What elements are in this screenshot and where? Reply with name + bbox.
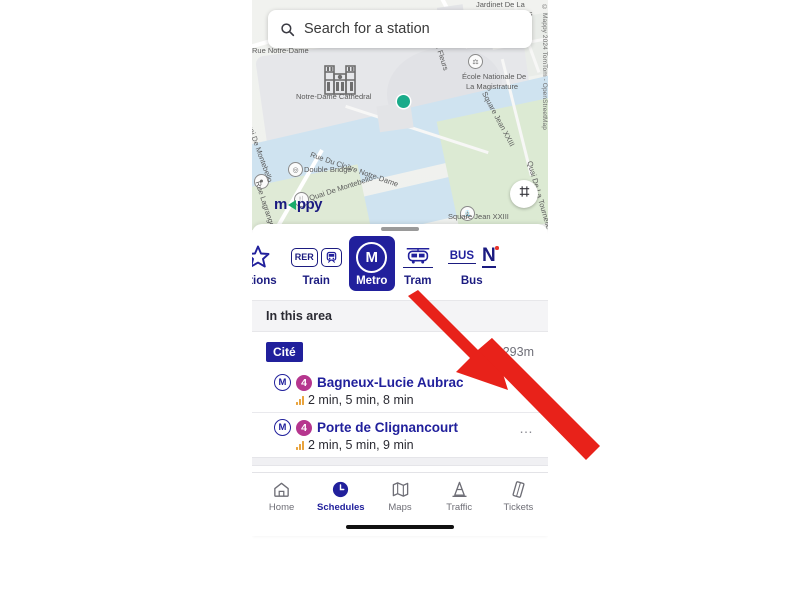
noctilien-n-badge: N: [482, 246, 499, 265]
nav-item-schedules[interactable]: Schedules: [311, 479, 370, 513]
mode-tab-train[interactable]: RER Train: [284, 236, 349, 291]
departure-destination: Porte de Clignancourt: [317, 420, 459, 435]
star-icon: [252, 242, 271, 272]
metro-m-glyph: M: [356, 241, 388, 273]
map-label: Notre-Dame Cathedral: [296, 92, 372, 101]
map-attribution: © Mappy 2024 TomTom - OpenStreetMap: [541, 4, 548, 130]
map-layers-button[interactable]: [510, 180, 538, 208]
building-poi-icon: ⚖: [468, 54, 483, 69]
noctilien-underline: [482, 266, 496, 268]
mappy-logo-left: m: [274, 196, 287, 213]
home-indicator: [346, 525, 454, 529]
departure-row[interactable]: M 4 Porte de Clignancourt … 2 min, 5 min…: [252, 413, 548, 457]
nav-item-traffic-label: Traffic: [446, 502, 473, 513]
live-indicator-icon: [296, 395, 304, 405]
bus-underline: [447, 262, 476, 265]
departure-times: 2 min, 5 min, 9 min: [274, 438, 534, 452]
map-layers-icon: [517, 184, 532, 204]
map-building: [376, 101, 414, 133]
in-this-area-label: In this area: [266, 309, 332, 323]
train-glyph-badge: [320, 247, 342, 267]
mode-tab-metro[interactable]: M Metro: [348, 236, 395, 291]
departure-times-value: 2 min, 5 min, 8 min: [308, 393, 414, 407]
live-indicator-icon: [296, 440, 304, 450]
sheet-drag-handle[interactable]: [381, 227, 419, 231]
traffic-cone-icon: [450, 479, 469, 499]
departure-heading: M 4 Bagneux-Lucie Aubrac: [274, 374, 534, 391]
bridge-poi-icon: ◎: [288, 162, 303, 177]
metro-mode-icon: M: [274, 374, 291, 391]
station-header[interactable]: Cité 293m: [252, 332, 548, 368]
mode-tab-tram-label: Tram: [403, 275, 432, 287]
mappy-logo: m ppy: [274, 196, 323, 213]
noctilien-dot-icon: [495, 246, 499, 250]
nav-item-maps[interactable]: Maps: [370, 479, 429, 513]
map-icon: [391, 479, 410, 499]
screenshot-root: ◎ ⚖ 🍴 ⛲ ● Notre-Dame Cathedral École Nat…: [0, 0, 800, 600]
mode-tab-train-label: Train: [302, 275, 330, 287]
map-label: Jardinet De La: [476, 0, 525, 9]
departure-heading: M 4 Porte de Clignancourt …: [274, 419, 534, 436]
mode-tab-stations-label: tations: [252, 275, 277, 287]
rer-badge: RER: [290, 247, 318, 267]
search-icon: [280, 22, 295, 37]
station-group-separator: [252, 457, 548, 466]
mode-tab-bus-label: Bus: [460, 275, 483, 287]
departure-overflow-menu-button[interactable]: …: [519, 421, 534, 435]
phone-viewport: ◎ ⚖ 🍴 ⛲ ● Notre-Dame Cathedral École Nat…: [252, 0, 548, 600]
search-bar[interactable]: Search for a station: [268, 10, 532, 48]
bottom-sheet: tations RER: [252, 224, 548, 536]
nav-item-home-label: Home: [268, 502, 295, 513]
tram-underline: [402, 266, 433, 269]
nav-item-tickets-label: Tickets: [503, 502, 534, 513]
mode-tab-tram[interactable]: Tram: [395, 236, 441, 291]
walking-icon: [488, 343, 499, 361]
mappy-arrow-icon: [287, 199, 296, 210]
station-name-badge: Cité: [266, 342, 303, 362]
current-location-dot: [397, 95, 410, 108]
ticket-icon: [509, 479, 528, 499]
departure-row[interactable]: M 4 Bagneux-Lucie Aubrac 2 min, 5 min, 8…: [252, 368, 548, 413]
map-label: École Nationale De: [462, 72, 527, 81]
nav-item-schedules-label: Schedules: [317, 502, 365, 513]
nav-item-tickets[interactable]: Tickets: [489, 479, 548, 513]
tram-icon: [402, 242, 433, 272]
station-distance: 293m: [488, 343, 534, 361]
search-input[interactable]: Search for a station: [304, 21, 430, 37]
departure-times-value: 2 min, 5 min, 9 min: [308, 438, 414, 452]
map-label: La Magistrature: [466, 82, 519, 91]
clock-icon: [331, 479, 350, 499]
station-distance-value: 293m: [502, 345, 534, 359]
nav-item-home[interactable]: Home: [252, 479, 311, 513]
transit-mode-tabs: tations RER: [252, 236, 548, 298]
train-icon: RER: [290, 242, 342, 272]
mappy-logo-right: ppy: [296, 196, 323, 213]
map-label: Square Jean XXIII: [448, 212, 509, 221]
departure-times: 2 min, 5 min, 8 min: [274, 393, 534, 407]
metro-mode-icon: M: [274, 419, 291, 436]
bus-icon: BUS N: [447, 242, 499, 272]
mode-tab-stations[interactable]: tations: [252, 236, 284, 291]
line-number-badge: 4: [296, 374, 312, 391]
nav-item-traffic[interactable]: Traffic: [430, 479, 489, 513]
station-group-cite: Cité 293m M 4 Bagneux-Lucie Aubrac 2 min…: [252, 332, 548, 457]
home-icon: [272, 479, 291, 499]
mode-tab-bus[interactable]: BUS N Bus: [441, 236, 503, 291]
in-this-area-header: In this area: [252, 300, 548, 332]
line-number-badge: 4: [296, 419, 312, 436]
departure-destination: Bagneux-Lucie Aubrac: [317, 375, 464, 390]
nav-item-maps-label: Maps: [388, 502, 412, 513]
metro-m-icon: M: [356, 241, 388, 273]
bus-text-badge: BUS: [449, 249, 474, 262]
mode-tab-metro-label: Metro: [356, 275, 388, 287]
